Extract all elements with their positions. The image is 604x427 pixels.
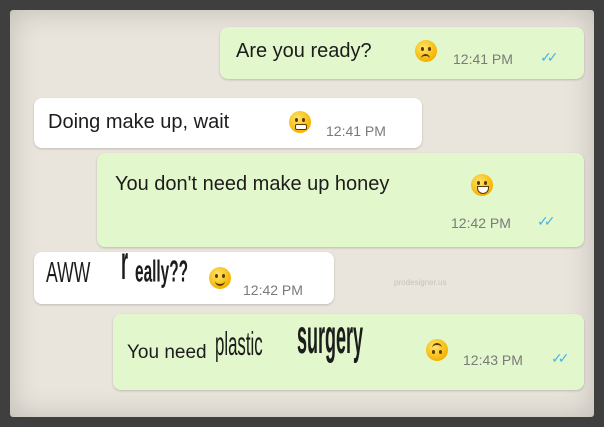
message-text: Doing make up, wait [48, 111, 230, 133]
chat-screenshot: Are you ready? 12:41 PM ✓✓ Doing make up… [10, 10, 594, 417]
message-text-part: AWW [46, 256, 91, 289]
read-receipt-icon: ✓✓ [551, 350, 570, 366]
message-text: AWW r eally?? [46, 238, 211, 292]
read-receipt-icon: ✓✓ [540, 49, 559, 65]
message-time: 12:42 PM [451, 215, 511, 231]
message-time: 12:42 PM [243, 282, 303, 298]
message-time: 12:41 PM [453, 51, 513, 67]
message-text: You don't need make up honey [115, 173, 390, 195]
message-text-part: plastic [214, 325, 263, 364]
watermark: prodesigner.us [394, 278, 447, 287]
message-bubble-incoming[interactable]: Doing make up, wait 12:41 PM [34, 98, 422, 148]
message-text-part: surgery [296, 311, 363, 365]
message-text: You need plastic surgery [127, 312, 407, 366]
read-receipt-icon: ✓✓ [537, 213, 556, 229]
frowning-face-emoji [415, 40, 437, 62]
message-bubble-outgoing[interactable]: You need plastic surgery 12:43 PM ✓✓ [113, 312, 584, 390]
grimacing-face-emoji [289, 111, 311, 133]
message-text: Are you ready? [236, 40, 372, 62]
smiling-face-emoji [209, 267, 231, 289]
message-text-part: You need [127, 342, 207, 363]
message-time: 12:43 PM [463, 352, 523, 368]
message-text-part: r [121, 237, 129, 291]
message-bubble-incoming[interactable]: AWW r eally?? 12:42 PM [34, 238, 334, 304]
message-text-part: eally?? [135, 253, 189, 289]
message-bubble-outgoing[interactable]: You don't need make up honey 12:42 PM ✓✓ [97, 153, 584, 247]
message-bubble-outgoing[interactable]: Are you ready? 12:41 PM ✓✓ [220, 27, 584, 79]
upside-down-face-emoji [426, 339, 448, 361]
grinning-face-emoji [471, 174, 493, 196]
message-time: 12:41 PM [326, 123, 386, 139]
